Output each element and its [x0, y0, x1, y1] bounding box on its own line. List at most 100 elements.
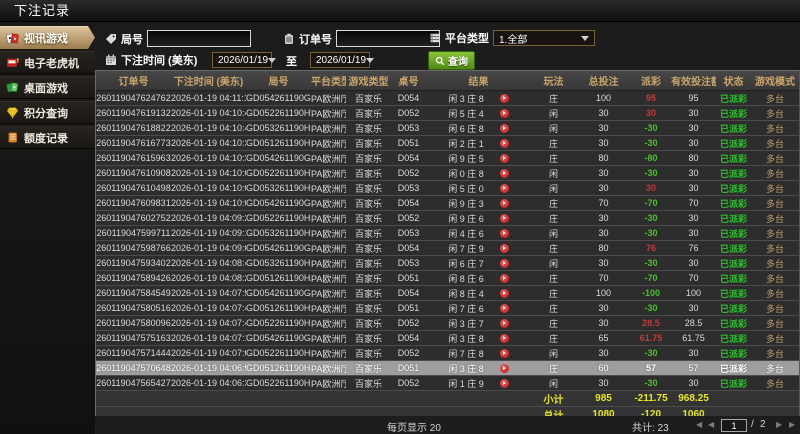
col-play[interactable]: 玩法	[531, 71, 576, 91]
table-row[interactable]: 2601190476104982026-01-19 04:10:05GD0532…	[96, 180, 799, 196]
table-row[interactable]: 2601190475934022026-01-19 04:08:42GD0532…	[96, 255, 799, 271]
subtotal-valid-bet: 968.25	[671, 390, 716, 407]
cell-play: 庄	[531, 195, 576, 211]
cell-platform: PA欧洲厅	[311, 210, 346, 226]
replay-video-icon[interactable]	[499, 288, 509, 298]
sidebar-item-quota-records[interactable]: 额度记录	[0, 126, 95, 149]
table-row[interactable]: 2601190475845492026-01-19 04:07:59GD0542…	[96, 285, 799, 301]
next-page-icon[interactable]: ▶	[776, 419, 782, 431]
col-round[interactable]: 局号	[246, 71, 311, 91]
table-row[interactable]: 2601190475714442026-01-19 04:07:01GD0522…	[96, 345, 799, 361]
replay-video-icon[interactable]	[499, 378, 509, 388]
replay-video-icon[interactable]	[499, 123, 509, 133]
cell-order: 260119047570648	[96, 360, 171, 376]
replay-video-icon[interactable]	[499, 303, 509, 313]
table-row[interactable]: 2601190476191322026-01-19 04:10:49GD0522…	[96, 105, 799, 121]
cell-status: 已派彩	[716, 285, 751, 301]
page-size-text: 每页显示 20	[387, 423, 441, 434]
replay-video-icon[interactable]	[499, 363, 509, 373]
replay-video-icon[interactable]	[499, 213, 509, 223]
sidebar-item-table-games[interactable]: 桌面游戏	[0, 76, 95, 99]
replay-video-icon[interactable]	[499, 348, 509, 358]
sidebar-item-points-query[interactable]: 积分查询	[0, 101, 95, 124]
table-row[interactable]: 2601190476159632026-01-19 04:10:33GD0542…	[96, 150, 799, 166]
date-from-select[interactable]: 2026/01/19	[212, 52, 277, 68]
table-row[interactable]: 2601190476098312026-01-19 04:10:02GD0542…	[96, 195, 799, 211]
sidebar: 视讯游戏 电子老虎机 桌面游戏 积分查询 额度记录	[0, 22, 95, 434]
replay-video-icon[interactable]	[499, 243, 509, 253]
replay-video-icon[interactable]	[499, 108, 509, 118]
table-row[interactable]: 2601190475997112026-01-19 04:09:13GD0532…	[96, 225, 799, 241]
cell-game: 百家乐	[346, 135, 391, 151]
page-number-input[interactable]	[721, 419, 747, 432]
table-row[interactable]: 2601190475894262026-01-19 04:08:25GD0512…	[96, 270, 799, 286]
table-row[interactable]: 2601190476109082026-01-19 04:10:07GD0522…	[96, 165, 799, 181]
col-table[interactable]: 桌号	[391, 71, 426, 91]
cell-result: 闲 4 庄 6	[426, 225, 531, 241]
round-number-input[interactable]	[147, 30, 251, 47]
replay-video-icon[interactable]	[499, 183, 509, 193]
cell-mode: 多台	[751, 255, 799, 271]
col-result[interactable]: 结果	[426, 71, 531, 91]
cell-payout: 57	[631, 360, 671, 376]
table-row[interactable]: 2601190475751632026-01-19 04:07:16GD0542…	[96, 330, 799, 346]
table-row[interactable]: 2601190476167732026-01-19 04:10:36GD0512…	[96, 135, 799, 151]
replay-video-icon[interactable]	[499, 228, 509, 238]
col-status[interactable]: 状态	[716, 71, 751, 91]
platform-type-label: 平台类型	[445, 33, 489, 45]
col-platform[interactable]: 平台类型	[311, 71, 346, 91]
col-valid-bet[interactable]: 有效投注额	[671, 71, 716, 91]
cell-payout: -30	[631, 210, 671, 226]
replay-video-icon[interactable]	[499, 198, 509, 208]
order-number-input[interactable]	[336, 30, 440, 47]
search-button[interactable]: 查询	[428, 51, 475, 70]
cell-valid-bet: 30	[671, 345, 716, 361]
replay-video-icon[interactable]	[499, 138, 509, 148]
replay-video-icon[interactable]	[499, 153, 509, 163]
cell-status: 已派彩	[716, 120, 751, 136]
cell-valid-bet: 57	[671, 360, 716, 376]
table-row[interactable]: 2601190475800962026-01-19 04:07:42GD0522…	[96, 315, 799, 331]
cell-mode: 多台	[751, 300, 799, 316]
date-to-value: 2026/01/19	[316, 54, 367, 66]
cell-order: 260119047618822	[96, 120, 171, 136]
cell-payout: -70	[631, 195, 671, 211]
replay-video-icon[interactable]	[499, 168, 509, 178]
col-order[interactable]: 订单号	[96, 71, 171, 91]
col-payout[interactable]: 派彩	[631, 71, 671, 91]
cell-valid-bet: 30	[671, 165, 716, 181]
table-row[interactable]: 2601190475706482026-01-19 04:06:58GD0512…	[96, 360, 799, 376]
cell-round: GD051261190H9	[246, 300, 311, 316]
cell-round: GD052261190HW	[246, 105, 311, 121]
cell-order: 260119047602752	[96, 210, 171, 226]
table-row[interactable]: 2601190475654272026-01-19 04:06:32GD0522…	[96, 375, 799, 391]
cell-platform: PA欧洲厅	[311, 135, 346, 151]
platform-type-select[interactable]: 1.全部	[493, 30, 595, 46]
table-row[interactable]: 2601190476188222026-01-19 04:10:47GD0532…	[96, 120, 799, 136]
replay-video-icon[interactable]	[499, 318, 509, 328]
table-row[interactable]: 2601190476027522026-01-19 04:09:28GD0522…	[96, 210, 799, 226]
replay-video-icon[interactable]	[499, 93, 509, 103]
cell-order: 260119047609831	[96, 195, 171, 211]
col-time[interactable]: 下注时间 (美东)	[171, 71, 246, 91]
replay-video-icon[interactable]	[499, 333, 509, 343]
sidebar-item-slots[interactable]: 电子老虎机	[0, 51, 95, 74]
table-row[interactable]: 2601190475987662026-01-19 04:09:08GD0542…	[96, 240, 799, 256]
replay-video-icon[interactable]	[499, 258, 509, 268]
cell-total-bet: 70	[576, 195, 631, 211]
prev-page-icon[interactable]: ◀	[708, 419, 714, 431]
replay-video-icon[interactable]	[499, 273, 509, 283]
sidebar-item-video-games[interactable]: 视讯游戏	[0, 26, 95, 49]
cell-time: 2026-01-19 04:10:47	[171, 120, 246, 136]
col-mode[interactable]: 游戏模式	[751, 71, 799, 91]
cell-platform: PA欧洲厅	[311, 300, 346, 316]
last-page-icon[interactable]: ▶	[789, 419, 795, 431]
cell-valid-bet: 30	[671, 180, 716, 196]
table-row[interactable]: 2601190475805162026-01-19 04:07:44GD0512…	[96, 300, 799, 316]
first-page-icon[interactable]: ◀	[696, 419, 702, 431]
table-row[interactable]: 260119047624762 2026-01-19 04:11:17 GD0542…	[96, 90, 799, 106]
date-to-select[interactable]: 2026/01/19	[310, 52, 375, 68]
col-game[interactable]: 游戏类型	[346, 71, 391, 91]
cell-mode: 多台	[751, 105, 799, 121]
col-total-bet[interactable]: 总投注	[576, 71, 631, 91]
